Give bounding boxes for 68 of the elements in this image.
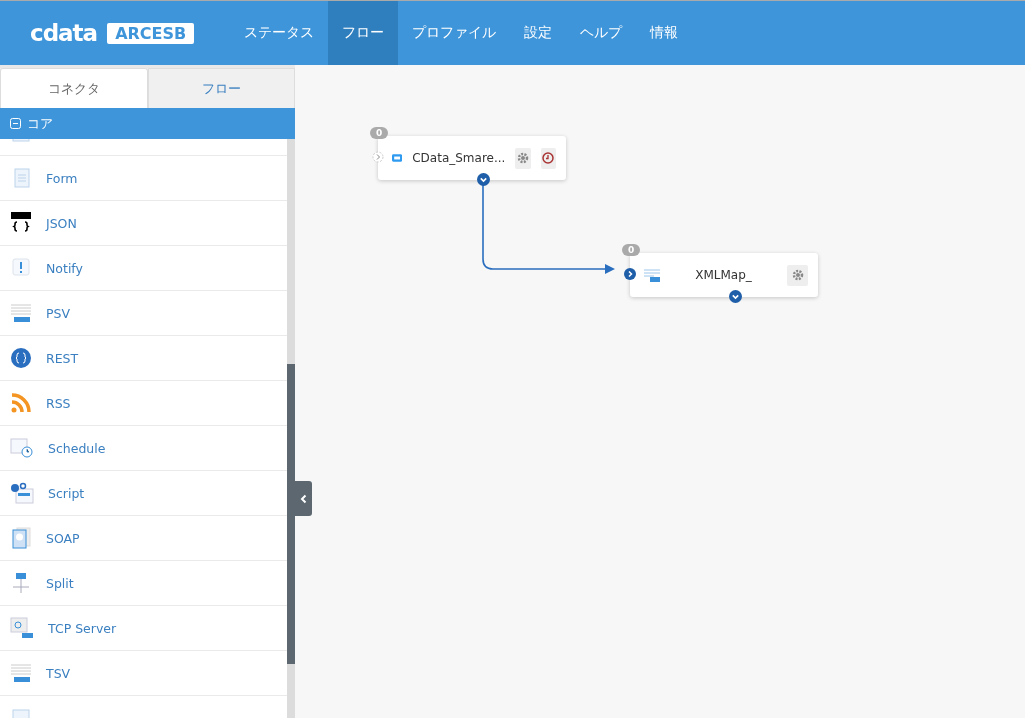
server-icon (10, 617, 34, 639)
nav-item[interactable]: 情報 (636, 1, 693, 65)
connector-label: TSV (46, 665, 71, 681)
count-badge: 0 (370, 127, 389, 139)
connector-item[interactable]: RSS (0, 381, 287, 426)
connector-label: REST (46, 350, 79, 366)
input-port-icon[interactable] (372, 151, 384, 163)
input-port-icon[interactable] (624, 268, 636, 280)
connector-label: Notify (46, 260, 83, 276)
count-badge: 0 (622, 244, 641, 256)
sidebar-tab[interactable]: コネクタ (0, 68, 148, 108)
connector-item[interactable]: SOAP (0, 516, 287, 561)
flow-node[interactable]: XMLMap_ (630, 253, 818, 297)
nav-item[interactable]: ステータス (230, 1, 329, 65)
connector-label: SOAP (46, 530, 80, 546)
section-header[interactable]: コア (0, 108, 295, 139)
chevron-left-icon (300, 493, 307, 504)
connector-label: Schedule (48, 440, 106, 456)
table-file-icon (10, 302, 32, 324)
split-icon (10, 572, 32, 594)
collapse-handle[interactable] (295, 481, 312, 516)
table-file-icon (10, 662, 32, 684)
scrollbar-thumb[interactable] (287, 364, 295, 664)
settings-icon (517, 152, 530, 164)
sidebar-tab[interactable]: フロー (147, 68, 295, 108)
connector-label: PSV (46, 305, 71, 321)
connector-item[interactable]: TCP Server (0, 606, 287, 651)
connector-label: Split (46, 575, 74, 591)
connector-label: TCP Server (48, 620, 117, 636)
output-port-icon[interactable] (729, 290, 742, 303)
connector-label: RSS (46, 395, 71, 411)
gear-document-icon (10, 482, 34, 504)
flow-node[interactable]: CData_Smare... (378, 136, 566, 180)
schedule-button[interactable] (540, 147, 556, 169)
connector-icon (392, 153, 403, 163)
braces-circle-icon (10, 347, 32, 369)
settings-button[interactable] (787, 264, 808, 286)
output-port-icon[interactable] (477, 173, 490, 186)
connector-item[interactable]: Script (0, 471, 287, 516)
nav-item[interactable]: プロファイル (398, 1, 511, 65)
clock-icon (542, 152, 555, 164)
connector-item[interactable]: Form (0, 156, 287, 201)
connector-label: Script (48, 485, 85, 501)
nav-item[interactable]: フロー (328, 1, 399, 65)
connector-label: Form (46, 170, 78, 186)
connector-item[interactable]: REST (0, 336, 287, 381)
connector-item[interactable]: Split (0, 561, 287, 606)
section-label: コア (27, 114, 53, 133)
map-icon (644, 268, 660, 282)
rss-icon (10, 392, 32, 414)
connector-item[interactable]: Notify (0, 246, 287, 291)
calendar-clock-icon (10, 437, 34, 459)
connector-item[interactable]: PSV (0, 291, 287, 336)
connector-label: JSON (46, 215, 77, 231)
braces-icon (10, 211, 32, 235)
nav-item[interactable]: ヘルプ (566, 1, 637, 65)
settings-button[interactable] (515, 147, 531, 169)
node-name: CData_Smare... (412, 151, 506, 165)
connector-item[interactable]: JSON (0, 201, 287, 246)
connector-item[interactable]: Schedule (0, 426, 287, 471)
node-name: XMLMap_ (694, 268, 753, 282)
nav-item[interactable]: 設定 (510, 1, 567, 65)
logo-badge: ARCESB (107, 22, 195, 44)
logo-wordmark: cdata (30, 20, 98, 46)
connector-item[interactable]: TSV (0, 651, 287, 696)
exclamation-icon (10, 257, 32, 279)
document-icon (10, 527, 32, 549)
settings-icon (791, 269, 804, 281)
